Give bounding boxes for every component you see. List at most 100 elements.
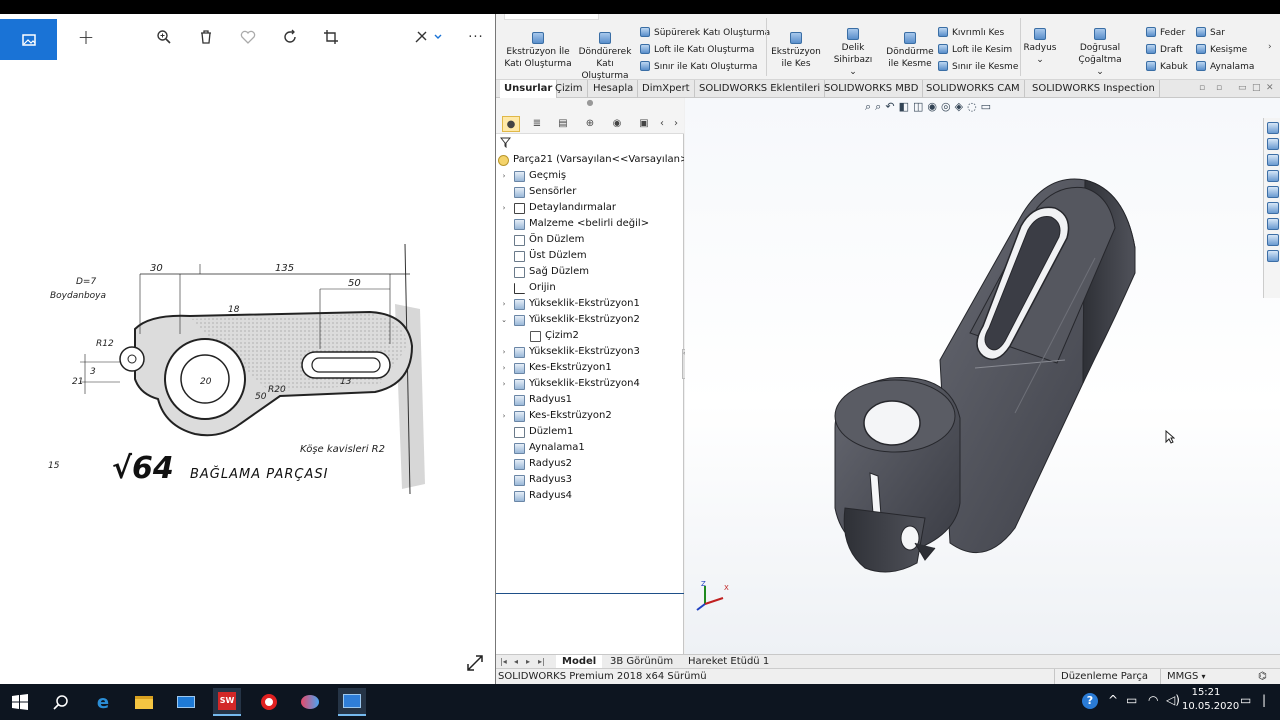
rebuild-icon[interactable]: ⌬ (1252, 669, 1280, 685)
part-model-3d[interactable] (685, 98, 1280, 654)
3dcontent-icon[interactable] (1266, 234, 1279, 246)
property-manager-tab[interactable]: ≣ (528, 116, 546, 132)
appearances-icon[interactable] (1266, 186, 1279, 198)
configuration-manager-tab[interactable]: ▤ (554, 116, 572, 132)
design-library-icon[interactable] (1266, 138, 1279, 150)
rollback-bar[interactable] (496, 593, 684, 594)
expand-arrow-icon[interactable]: › (500, 360, 508, 376)
solidworks-taskbar-icon[interactable]: SW (213, 688, 241, 716)
feature-tree-item[interactable]: Düzlem1 (496, 424, 684, 440)
restore-icon[interactable]: ▫ (1199, 83, 1205, 93)
feature-tree-item[interactable]: Sağ Düzlem (496, 264, 684, 280)
rib-button[interactable]: Feder (1146, 27, 1185, 39)
tray-chevron-icon[interactable]: ^ (1108, 693, 1118, 707)
trash-icon[interactable] (192, 23, 220, 51)
close-doc-icon[interactable]: ✕ (1266, 83, 1274, 93)
feature-tree-item[interactable]: › Kes-Ekstrüzyon2 (496, 408, 684, 424)
swept-boss-button[interactable]: Süpürerek Katı Oluşturma (640, 27, 770, 39)
ribbon-more-icon[interactable]: › (1268, 42, 1272, 52)
display-manager-tab[interactable]: ◉ (608, 116, 626, 132)
custom-properties-icon[interactable] (1266, 202, 1279, 214)
image-icon[interactable] (0, 19, 57, 60)
expand-arrow-icon[interactable]: › (500, 168, 508, 184)
feature-tree-item[interactable]: Parça21 (Varsayılan<<Varsayılan>_Gö (496, 152, 684, 168)
show-desktop-icon[interactable]: | (1262, 693, 1266, 707)
edge-browser-icon[interactable]: e (89, 688, 117, 716)
feature-tree-item[interactable]: Radyus4 (496, 488, 684, 504)
draft-button[interactable]: Draft (1146, 44, 1183, 56)
expand-arrow-icon[interactable]: › (500, 200, 508, 216)
tab-motion-study[interactable]: Hareket Etüdü 1 (682, 655, 775, 669)
expand-arrow-icon[interactable]: › (500, 408, 508, 424)
intersect-button[interactable]: Kesişme (1196, 44, 1247, 56)
tab-evaluate[interactable]: Hesapla (589, 80, 639, 98)
revolve-boss-button[interactable]: Döndürerek Katı Oluşturma (572, 32, 638, 82)
edit-icon[interactable] (408, 23, 448, 51)
feature-tree-item[interactable]: › Detaylandırmalar (496, 200, 684, 216)
extrude-cut-button[interactable]: Ekstrüzyon ile Kes (770, 32, 822, 70)
last-tab-icon[interactable]: ▸| (538, 657, 545, 666)
zoom-icon[interactable] (150, 23, 178, 51)
search-icon[interactable] (47, 688, 75, 716)
feature-tree-item[interactable]: › Geçmiş (496, 168, 684, 184)
feature-tree-item[interactable]: Aynalama1 (496, 440, 684, 456)
rotate-icon[interactable] (276, 23, 304, 51)
tab-addins[interactable]: SOLIDWORKS Eklentileri (695, 80, 826, 98)
unit-system-selector[interactable]: MMGS ▾ (1160, 669, 1240, 685)
feature-tree-item[interactable]: Orijin (496, 280, 684, 296)
mail-icon[interactable] (172, 688, 200, 716)
file-explorer-icon[interactable] (1266, 154, 1279, 166)
system-clock[interactable]: 15:21 10.05.2020 (1182, 686, 1239, 714)
boundary-cut-button[interactable]: Sınır ile Kesme (938, 61, 1018, 73)
feature-tree-item[interactable]: Sensörler (496, 184, 684, 200)
panel-grip[interactable]: ● (496, 98, 684, 114)
add-icon[interactable]: + (72, 23, 100, 51)
tab-model[interactable]: Model (556, 655, 603, 669)
first-tab-icon[interactable]: |◂ (500, 657, 507, 666)
loft-cut-button[interactable]: Loft ile Kesim (938, 44, 1012, 56)
feature-tree-item[interactable]: › Yükseklik-Ekstrüzyon1 (496, 296, 684, 312)
heart-icon[interactable] (234, 23, 262, 51)
filter-icon[interactable] (499, 137, 512, 151)
help-icon[interactable]: ? (1082, 693, 1098, 709)
hole-wizard-button[interactable]: Delik Sihirbazı ⌄ (822, 28, 884, 78)
feature-tree-item[interactable]: Malzeme <belirli değil> (496, 216, 684, 232)
feature-tree-item[interactable]: Radyus2 (496, 456, 684, 472)
crop-icon[interactable] (317, 23, 345, 51)
expand-arrow-icon[interactable]: ⌄ (500, 312, 508, 328)
expand-arrow-icon[interactable]: › (500, 344, 508, 360)
start-icon[interactable] (6, 688, 34, 716)
feature-tree-item[interactable]: › Kes-Ekstrüzyon1 (496, 360, 684, 376)
feature-tree-item[interactable]: › Yükseklik-Ekstrüzyon3 (496, 344, 684, 360)
battery-icon[interactable]: ▭ (1126, 693, 1137, 707)
maximize-doc-icon[interactable]: □ (1252, 83, 1261, 93)
paint3d-icon[interactable] (296, 688, 324, 716)
tab-features[interactable]: Unsurlar (500, 80, 558, 98)
tab-cam[interactable]: SOLIDWORKS CAM (922, 80, 1025, 98)
prev-tab-icon[interactable]: ◂ (514, 657, 518, 666)
feature-tree-item[interactable]: Çizim2 (496, 328, 684, 344)
loft-boss-button[interactable]: Loft ile Katı Oluşturma (640, 44, 754, 56)
cam-manager-tab[interactable]: ▣ (635, 116, 653, 132)
graphics-viewport[interactable]: ⌕⌕↶◧◫◉◎◈◌▭ Z X (685, 98, 1280, 654)
revolve-cut-button[interactable]: Döndürme ile Kesme (884, 32, 936, 70)
next-tab-icon[interactable]: ▸ (526, 657, 530, 666)
feature-tree-item[interactable]: Üst Düzlem (496, 248, 684, 264)
linear-pattern-button[interactable]: Doğrusal Çoğaltma ⌄ (1058, 28, 1142, 78)
feature-tree-item[interactable]: Radyus1 (496, 392, 684, 408)
fillet-button[interactable]: Radyus ⌄ (1022, 28, 1058, 66)
feature-tree-item[interactable]: › Yükseklik-Ekstrüzyon4 (496, 376, 684, 392)
wrap-button[interactable]: Sar (1196, 27, 1225, 39)
extrude-boss-button[interactable]: Ekstrüzyon İle Katı Oluşturma (502, 32, 574, 70)
expand-arrow-icon[interactable]: › (500, 296, 508, 312)
tab-mbd[interactable]: SOLIDWORKS MBD (820, 80, 924, 98)
expand-arrow-icon[interactable]: › (500, 376, 508, 392)
photos-taskbar-icon[interactable] (338, 688, 366, 716)
tabs-scroll-left-icon[interactable]: ‹ (656, 116, 668, 132)
tab-dimxpert[interactable]: DimXpert (638, 80, 695, 98)
solidworks-resources-icon[interactable] (1266, 122, 1279, 134)
swept-cut-button[interactable]: Kıvrımlı Kes (938, 27, 1004, 39)
mirror-button[interactable]: Aynalama (1196, 61, 1254, 73)
dimxpert-manager-tab[interactable]: ⊕ (581, 116, 599, 132)
notification-icon[interactable]: ▭ (1240, 693, 1251, 707)
